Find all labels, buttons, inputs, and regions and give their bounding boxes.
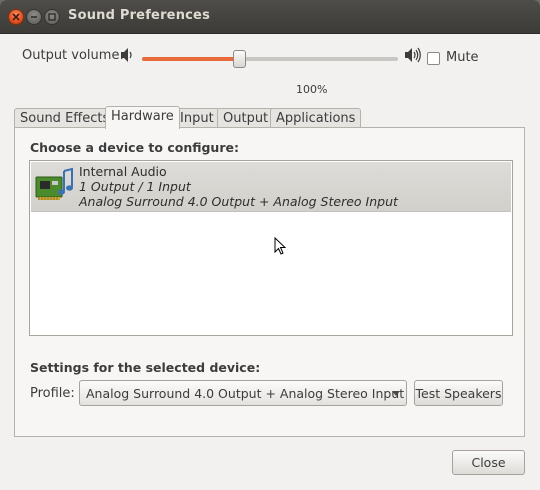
tab-sound-effects[interactable]: Sound Effects [14, 108, 116, 129]
profile-dropdown-value: Analog Surround 4.0 Output + Analog Ster… [86, 386, 405, 401]
speaker-high-icon [405, 47, 421, 63]
output-volume-row: Output volume: Mute [0, 44, 540, 74]
mute-checkbox[interactable] [427, 52, 440, 65]
hardware-panel: Choose a device to configure: Internal A… [14, 127, 525, 437]
tab-output[interactable]: Output [217, 108, 275, 129]
close-icon [12, 13, 20, 21]
volume-slider-handle[interactable] [233, 50, 246, 68]
profile-label: Profile: [30, 386, 75, 401]
device-profile-summary: Analog Surround 4.0 Output + Analog Ster… [79, 194, 398, 209]
title-bar[interactable]: Sound Preferences [0, 0, 540, 34]
window-maximize-button[interactable] [44, 9, 60, 25]
speaker-low-icon [121, 48, 132, 62]
tab-input[interactable]: Input [174, 108, 220, 129]
mute-label[interactable]: Mute [446, 50, 479, 65]
window-minimize-button[interactable] [26, 9, 42, 25]
device-list[interactable]: Internal Audio 1 Output / 1 Input Analog… [29, 160, 513, 336]
device-list-item[interactable]: Internal Audio 1 Output / 1 Input Analog… [31, 162, 511, 212]
window-close-button[interactable] [8, 9, 24, 25]
minimize-icon [31, 16, 37, 18]
sound-preferences-window: Sound Preferences Output volume: Mute 10… [0, 0, 540, 490]
device-settings-heading: Settings for the selected device: [30, 360, 261, 375]
output-volume-label: Output volume: [22, 48, 124, 63]
device-name: Internal Audio [79, 164, 167, 179]
volume-percent: 100% [296, 83, 328, 96]
volume-slider-fill [142, 57, 239, 61]
close-button[interactable]: Close [452, 450, 525, 475]
dropdown-arrow-icon [392, 391, 400, 396]
mouse-pointer-icon [274, 237, 286, 255]
test-speakers-button[interactable]: Test Speakers [414, 380, 503, 406]
sound-card-icon [35, 167, 73, 200]
profile-dropdown[interactable]: Analog Surround 4.0 Output + Analog Ster… [79, 380, 407, 406]
device-io-summary: 1 Output / 1 Input [79, 179, 191, 194]
maximize-icon [48, 13, 56, 21]
choose-device-heading: Choose a device to configure: [30, 140, 239, 155]
window-title: Sound Preferences [68, 8, 211, 23]
volume-slider[interactable] [142, 57, 398, 61]
tab-applications[interactable]: Applications [270, 108, 362, 129]
tab-hardware[interactable]: Hardware [105, 106, 180, 129]
